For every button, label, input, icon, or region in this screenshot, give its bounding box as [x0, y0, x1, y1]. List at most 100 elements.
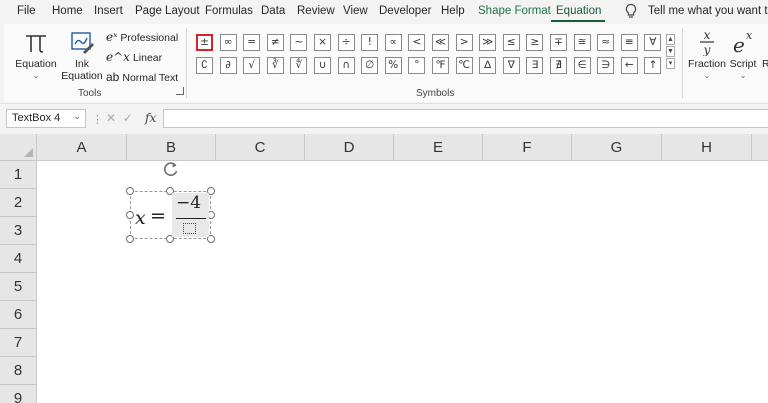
symbol-button-r2-c2[interactable]: ∂ — [219, 57, 237, 74]
symbol-button-r2-c6[interactable]: ∪ — [314, 57, 331, 74]
column-header-g[interactable]: G — [572, 134, 662, 161]
symbol-button-r2-c3[interactable]: √ — [243, 57, 261, 74]
name-box[interactable]: TextBox 4 ⌄ — [6, 109, 86, 128]
tab-review[interactable]: Review — [297, 5, 335, 17]
symbol-button-r2-c8[interactable]: ∅ — [361, 57, 379, 74]
symbol-button-r1-c6[interactable]: × — [314, 34, 331, 51]
symbol-button-r1-c10[interactable]: < — [408, 34, 426, 51]
row-header-7[interactable]: 7 — [0, 329, 37, 357]
tab-developer[interactable]: Developer — [379, 5, 431, 17]
symbol-button-r2-c9[interactable]: % — [384, 57, 402, 74]
symbol-button-r1-c8[interactable]: ! — [361, 34, 379, 51]
symbol-button-r2-c1[interactable]: ∁ — [196, 57, 213, 74]
symbol-button-r2-c13[interactable]: ∆ — [479, 57, 497, 74]
symbol-button-r1-c4[interactable]: ≠ — [266, 34, 284, 51]
select-all-button[interactable] — [0, 134, 37, 161]
symbol-button-r1-c3[interactable]: = — [243, 34, 261, 51]
more-icon[interactable]: ▾ — [666, 58, 675, 69]
symbol-button-r1-c9[interactable]: ∝ — [384, 34, 402, 51]
column-header-f[interactable]: F — [483, 134, 572, 161]
symbol-button-r2-c4[interactable]: ∛ — [266, 57, 284, 74]
row-header-2[interactable]: 2 — [0, 189, 37, 217]
symbol-button-r1-c17[interactable]: ≅ — [573, 34, 591, 51]
dialog-launcher-icon[interactable] — [176, 87, 184, 95]
symbol-button-r2-c18[interactable]: ∋ — [597, 57, 615, 74]
fraction-button[interactable]: x y Fraction ⌄ — [688, 28, 726, 82]
symbol-button-r1-c11[interactable]: ≪ — [432, 34, 449, 51]
scroll-down-icon[interactable]: ▼ — [666, 46, 675, 57]
column-header-h[interactable]: H — [662, 134, 752, 161]
symbol-button-r2-c20[interactable]: ↑ — [644, 57, 662, 74]
splitter-handle[interactable]: ⋮ — [92, 113, 103, 126]
formula-input[interactable] — [163, 109, 768, 128]
symbol-button-r1-c5[interactable]: ~ — [290, 34, 308, 51]
symbol-button-r1-c7[interactable]: ÷ — [337, 34, 355, 51]
symbol-button-r1-c18[interactable]: ≈ — [597, 34, 615, 51]
scroll-up-icon[interactable]: ▲ — [666, 34, 675, 45]
enter-icon[interactable]: ✓ — [123, 111, 133, 125]
symbol-button-r2-c5[interactable]: ∜ — [290, 57, 308, 74]
denominator-placeholder[interactable] — [183, 223, 196, 234]
insert-function-icon[interactable]: fx — [145, 111, 156, 125]
tab-insert[interactable]: Insert — [94, 5, 123, 17]
tab-view[interactable]: View — [343, 5, 368, 17]
tab-file[interactable]: File — [17, 5, 36, 17]
tab-help[interactable]: Help — [441, 5, 465, 17]
column-header-d[interactable]: D — [305, 134, 394, 161]
row-header-4[interactable]: 4 — [0, 245, 37, 273]
professional-button[interactable]: eˣ Professional — [106, 30, 178, 44]
tab-data[interactable]: Data — [261, 5, 285, 17]
row-header-9[interactable]: 9 — [0, 385, 37, 403]
symbol-button-r2-c14[interactable]: ∇ — [502, 57, 520, 74]
normal-text-button[interactable]: ab Normal Text — [106, 70, 178, 84]
formula-bar: TextBox 4 ⌄ ⋮ ✕ ✓ fx — [0, 104, 768, 134]
row-header-1[interactable]: 1 — [0, 161, 37, 189]
symbol-button-r1-c2[interactable]: ∞ — [219, 34, 237, 51]
symbol-button-r1-c14[interactable]: ≤ — [502, 34, 520, 51]
tab-home[interactable]: Home — [52, 5, 83, 17]
symbol-button-r2-c11[interactable]: ℉ — [432, 57, 449, 74]
chevron-down-icon[interactable]: ⌄ — [73, 111, 81, 122]
symbol-button-r2-c12[interactable]: ℃ — [455, 57, 473, 74]
symbol-button-r1-c16[interactable]: ∓ — [550, 34, 567, 51]
script-button[interactable]: e x Script ⌄ — [726, 28, 760, 82]
column-header-e[interactable]: E — [394, 134, 483, 161]
symbol-button-r1-c1[interactable]: ± — [196, 34, 213, 51]
tab-shape-format[interactable]: Shape Format — [478, 5, 551, 17]
worksheet-grid[interactable]: A B C D E F G H 1 2 3 4 5 6 7 8 9 — [0, 134, 768, 403]
row-header-3[interactable]: 3 — [0, 217, 37, 245]
equation-button[interactable]: Equation ⌄ — [12, 28, 60, 82]
column-header-partial[interactable] — [752, 134, 768, 161]
symbol-button-r2-c17[interactable]: ∈ — [573, 57, 591, 74]
tab-page-layout[interactable]: Page Layout — [135, 5, 200, 17]
tab-formulas[interactable]: Formulas — [205, 5, 253, 17]
symbol-button-r1-c20[interactable]: ∀ — [644, 34, 662, 51]
resize-handle-left[interactable] — [126, 211, 134, 219]
column-header-c[interactable]: C — [216, 134, 305, 161]
symbol-button-r2-c15[interactable]: ∃ — [526, 57, 544, 74]
symbol-button-r2-c7[interactable]: ∩ — [337, 57, 355, 74]
symbol-button-r2-c16[interactable]: ∄ — [550, 57, 567, 74]
column-header-b[interactable]: B — [127, 134, 216, 161]
fraction-numerator[interactable]: −4 — [176, 193, 201, 213]
row-header-8[interactable]: 8 — [0, 357, 37, 385]
symbol-button-r2-c19[interactable]: ← — [620, 57, 638, 74]
row-header-6[interactable]: 6 — [0, 301, 37, 329]
symbol-button-r2-c10[interactable]: ° — [408, 57, 426, 74]
tell-me-search[interactable]: Tell me what you want to d — [648, 5, 768, 17]
radical-button[interactable]: R — [762, 58, 768, 70]
tab-equation[interactable]: Equation — [556, 5, 601, 17]
ink-equation-button[interactable]: Ink Equation — [60, 28, 104, 82]
symbol-button-r1-c15[interactable]: ≥ — [526, 34, 544, 51]
cancel-icon[interactable]: ✕ — [106, 111, 116, 125]
symbol-button-r1-c19[interactable]: ≡ — [620, 34, 638, 51]
resize-handle-bottom-left[interactable] — [126, 235, 134, 243]
rotate-handle-icon[interactable] — [162, 160, 180, 178]
svg-text:x: x — [746, 29, 753, 42]
column-header-a[interactable]: A — [37, 134, 127, 161]
linear-button[interactable]: e^x Linear — [106, 50, 162, 64]
row-header-5[interactable]: 5 — [0, 273, 37, 301]
symbol-button-r1-c13[interactable]: ≫ — [479, 34, 497, 51]
symbol-button-r1-c12[interactable]: > — [455, 34, 473, 51]
resize-handle-top-left[interactable] — [126, 187, 134, 195]
